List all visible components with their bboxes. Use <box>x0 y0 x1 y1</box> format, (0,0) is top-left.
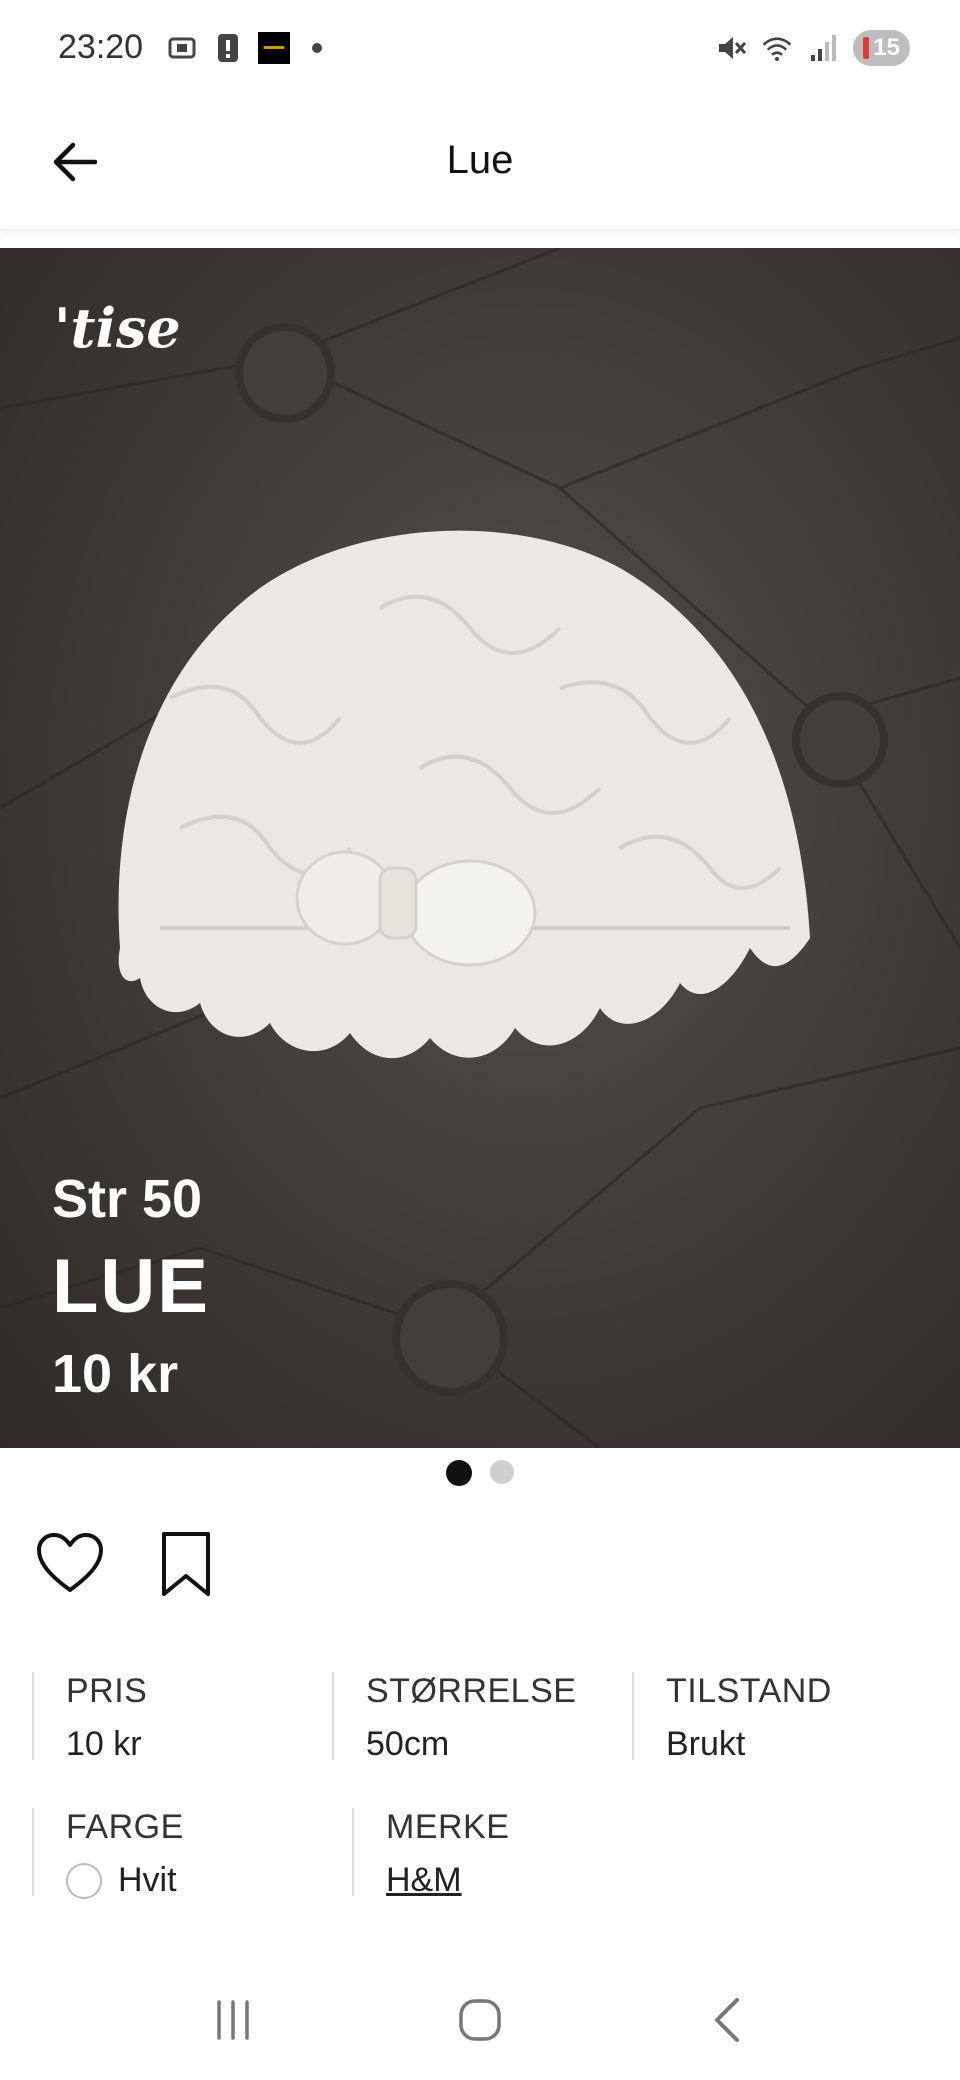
recent-apps-button[interactable] <box>193 1980 273 2060</box>
like-button[interactable] <box>34 1528 106 1600</box>
details-row-2: FARGE Hvit MERKE H&M <box>32 1808 932 1899</box>
status-right-icons: 15 <box>715 30 910 66</box>
hero-price-text: 10 kr <box>52 1344 179 1404</box>
battery-low-indicator <box>863 37 870 59</box>
product-details: PRIS 10 kr STØRRELSE 50cm TILSTAND Brukt… <box>32 1672 932 1944</box>
detail-price-value: 10 kr <box>66 1725 142 1763</box>
app-bar: Lue <box>0 96 960 230</box>
detail-color-value: Hvit <box>118 1861 177 1899</box>
status-bar: 23:20 15 <box>0 0 960 96</box>
detail-price: PRIS 10 kr <box>32 1672 332 1763</box>
detail-condition-label: TILSTAND <box>666 1672 832 1710</box>
detail-brand-value-row: H&M <box>386 1861 672 1900</box>
detail-size: STØRRELSE 50cm <box>332 1672 632 1763</box>
mute-icon <box>715 32 747 64</box>
detail-brand: MERKE H&M <box>352 1808 672 1899</box>
wifi-icon <box>761 32 793 64</box>
save-button[interactable] <box>150 1528 222 1600</box>
detail-size-label: STØRRELSE <box>366 1672 577 1710</box>
battery-badge: 15 <box>853 30 910 66</box>
home-button[interactable] <box>440 1980 520 2060</box>
carousel-indicator <box>0 1460 960 1486</box>
tise-watermark: 'tise <box>54 296 181 360</box>
status-time: 23:20 <box>58 28 144 66</box>
home-icon <box>459 1999 501 2041</box>
page-title: Lue <box>446 138 514 182</box>
detail-condition-value: Brukt <box>666 1725 746 1763</box>
details-row-1: PRIS 10 kr STØRRELSE 50cm TILSTAND Brukt <box>32 1672 932 1763</box>
brand-link[interactable]: H&M <box>386 1861 462 1900</box>
detail-size-value: 50cm <box>366 1725 450 1763</box>
carousel-dot-1[interactable] <box>446 1460 472 1486</box>
system-back-button[interactable] <box>687 1980 767 2060</box>
carousel-dot-2[interactable] <box>490 1460 514 1484</box>
detail-brand-label: MERKE <box>386 1808 510 1846</box>
heart-icon <box>37 1533 103 1592</box>
hero-size-text: Str 50 <box>52 1169 203 1229</box>
detail-color-label: FARGE <box>66 1808 184 1846</box>
dot-icon <box>312 43 322 53</box>
detail-condition: TILSTAND Brukt <box>632 1672 932 1763</box>
bookmark-icon <box>162 1532 210 1596</box>
battery-level: 15 <box>873 34 900 61</box>
recent-apps-icon <box>217 2000 250 2040</box>
color-swatch <box>66 1862 102 1899</box>
hero-title-text: LUE <box>52 1244 210 1329</box>
app-thumbnail-icon <box>258 32 290 64</box>
chevron-left-icon <box>714 1998 739 2042</box>
detail-price-label: PRIS <box>66 1672 148 1710</box>
detail-color: FARGE Hvit <box>32 1808 352 1899</box>
screenshot-icon <box>166 32 198 64</box>
signal-icon <box>807 32 839 64</box>
detail-color-value-row: Hvit <box>66 1861 352 1900</box>
alert-icon <box>212 32 244 64</box>
status-left-icons <box>166 32 322 64</box>
system-nav-bar <box>0 1960 960 2080</box>
product-image[interactable]: 'tise Str 50 LUE 10 kr <box>0 248 960 1448</box>
action-row <box>34 1528 222 1600</box>
